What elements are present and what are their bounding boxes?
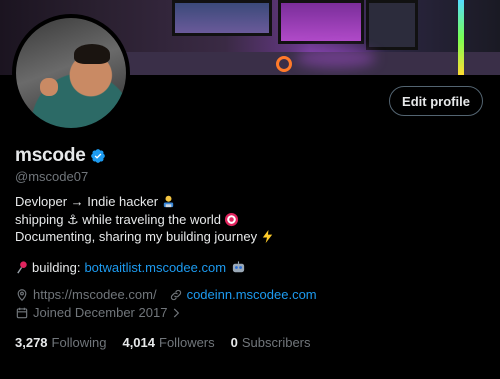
- edit-profile-button[interactable]: Edit profile: [389, 86, 483, 116]
- target-emoji: [224, 212, 239, 226]
- chevron-right-icon: [174, 308, 180, 317]
- bio: Devloper → Indie hacker shipping ⚓ while…: [15, 193, 275, 246]
- link-icon: [170, 289, 181, 300]
- followers-stat[interactable]: 4,014 Followers: [122, 335, 214, 350]
- bio-text: shipping ⚓ while traveling the world: [15, 211, 222, 227]
- verified-badge-icon[interactable]: [90, 148, 106, 164]
- building-label: building:: [32, 260, 81, 275]
- building-line: building: botwaitlist.mscodee.com: [15, 260, 246, 275]
- subscribers-stat[interactable]: 0 Subscribers: [231, 335, 311, 350]
- profile-meta-links: https://mscodee.com/ codeinn.mscodee.com: [15, 287, 317, 302]
- building-link[interactable]: botwaitlist.mscodee.com: [84, 260, 226, 275]
- lightning-emoji: [262, 230, 273, 244]
- following-count: 3,278: [15, 335, 48, 350]
- subscribers-label: Subscribers: [241, 335, 311, 350]
- name-row: mscode: [15, 145, 106, 167]
- avatar[interactable]: [12, 14, 130, 132]
- robot-emoji: [232, 261, 245, 273]
- following-stat[interactable]: 3,278 Following: [15, 335, 106, 350]
- location-icon: [17, 288, 27, 301]
- website-link[interactable]: codeinn.mscodee.com: [187, 287, 317, 302]
- followers-label: Followers: [159, 335, 215, 350]
- calendar-icon: [16, 307, 28, 318]
- subscribers-count: 0: [230, 335, 238, 350]
- bio-line: Documenting, sharing my building journey: [15, 228, 275, 246]
- bio-text: Devloper → Indie hacker: [15, 194, 159, 209]
- joined-row[interactable]: Joined December 2017: [15, 305, 187, 320]
- technologist-emoji: [163, 195, 174, 208]
- joined-date: Joined December 2017: [33, 305, 168, 320]
- profile-stats: 3,278 Following 4,014 Followers 0 Subscr…: [15, 335, 327, 350]
- pushpin-emoji: [17, 261, 27, 274]
- website-text[interactable]: https://mscodee.com/: [33, 287, 157, 302]
- bio-line: shipping ⚓ while traveling the world: [15, 211, 275, 229]
- bio-line: Devloper → Indie hacker: [15, 193, 275, 211]
- following-label: Following: [51, 335, 107, 350]
- user-handle: @mscode07: [15, 169, 89, 184]
- followers-count: 4,014: [122, 335, 156, 350]
- display-name: mscode: [15, 145, 86, 166]
- bio-text: Documenting, sharing my building journey: [15, 229, 258, 244]
